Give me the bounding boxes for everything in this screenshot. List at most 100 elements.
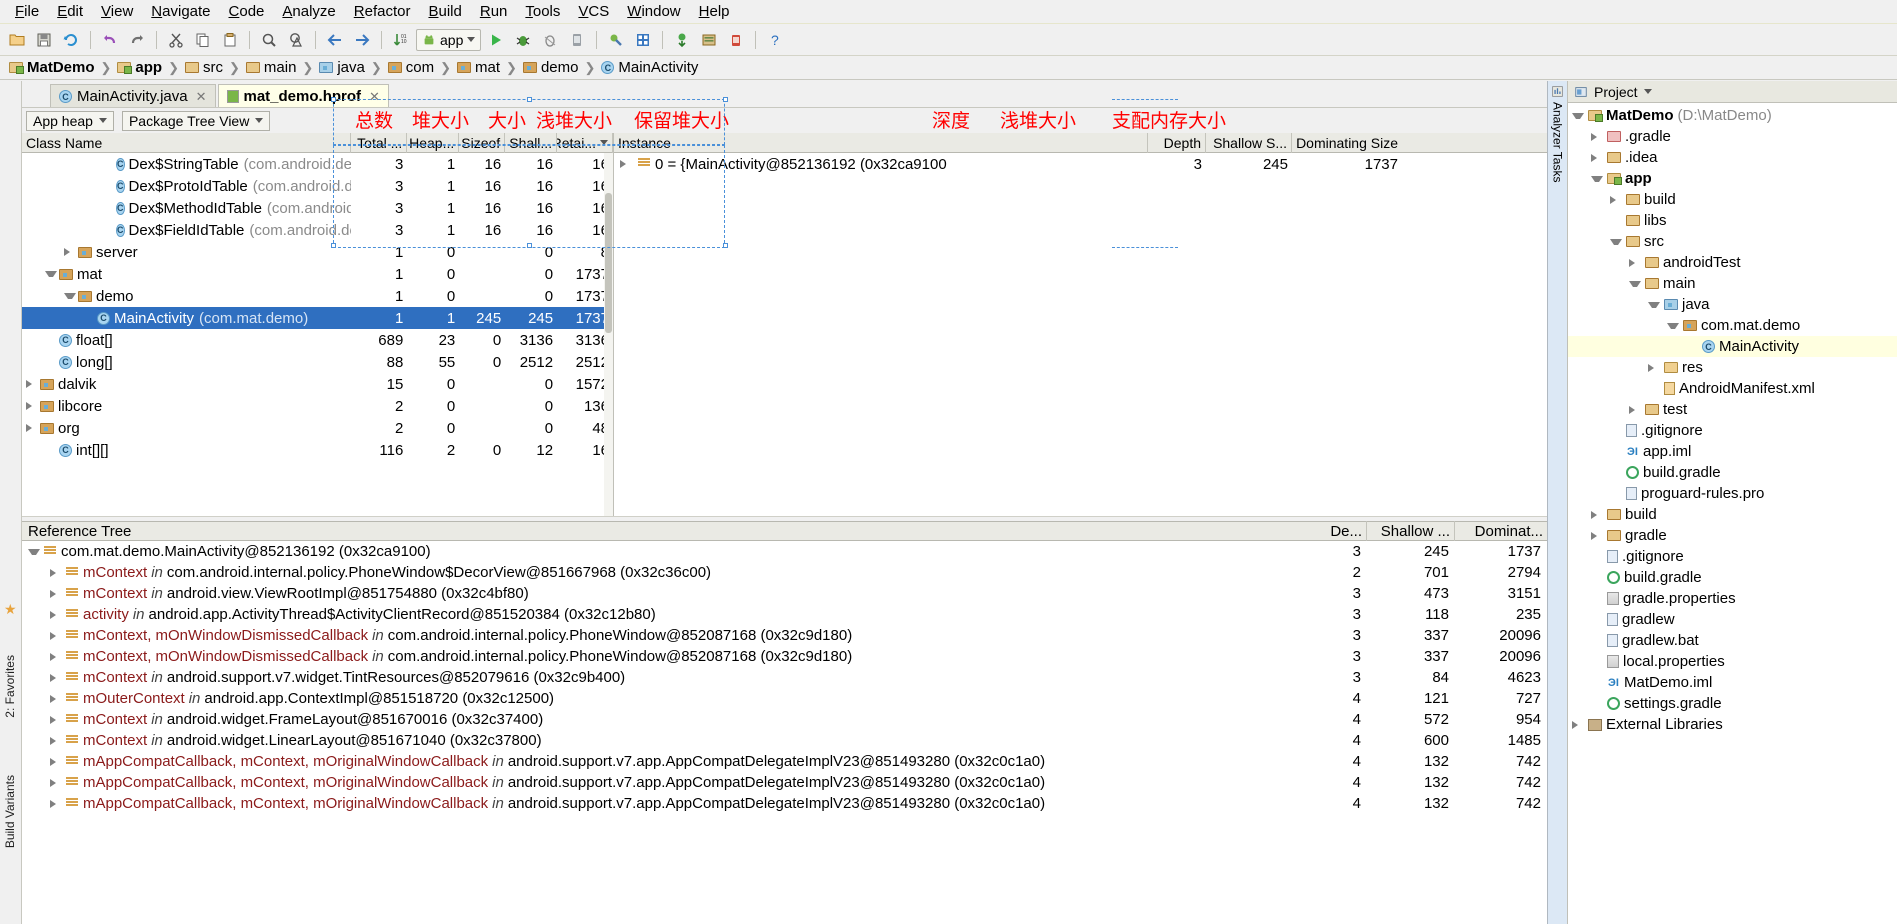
project-tree-node-build[interactable]: build	[1568, 504, 1897, 525]
reference-tree-row[interactable]: mContext, mOnWindowDismissedCallback in co…	[22, 625, 1547, 646]
chevron-right-icon[interactable]	[64, 248, 76, 256]
chevron-right-icon[interactable]	[50, 799, 62, 808]
copy-icon[interactable]	[191, 28, 215, 52]
chevron-down-icon[interactable]	[1629, 280, 1641, 287]
menu-item-help[interactable]: Help	[690, 1, 739, 22]
table-row[interactable]: mat 1 0 0 1737	[22, 263, 613, 285]
chevron-down-icon[interactable]	[1610, 238, 1622, 245]
chevron-down-icon[interactable]	[255, 118, 264, 123]
chevron-down-icon[interactable]	[1648, 301, 1660, 308]
menu-item-build[interactable]: Build	[419, 1, 470, 22]
project-tree-node-mainactivity[interactable]: C MainActivity	[1568, 336, 1897, 357]
ref-col-dominating[interactable]: Dominat...	[1455, 521, 1547, 541]
table-row-partial[interactable]	[22, 461, 613, 471]
breadcrumb-item-mainactivity[interactable]: C MainActivity	[598, 59, 701, 76]
sort-icon[interactable]: 01 10	[389, 28, 413, 52]
chevron-down-icon[interactable]	[45, 271, 57, 277]
help-icon[interactable]: ?	[763, 28, 787, 52]
reference-tree-row[interactable]: mAppCompatCallback, mContext, mOriginalW…	[22, 772, 1547, 793]
project-tree-node-gradlew-bat[interactable]: gradlew.bat	[1568, 630, 1897, 651]
project-tree-node--idea[interactable]: .idea	[1568, 147, 1897, 168]
sync-icon[interactable]	[59, 28, 83, 52]
project-tree-node--gitignore[interactable]: .gitignore	[1568, 420, 1897, 441]
table-row[interactable]: Clong[] 88 55 0 2512 2512	[22, 351, 613, 373]
resize-handle[interactable]	[723, 243, 728, 248]
project-tree-node-app[interactable]: app	[1568, 168, 1897, 189]
project-tree-node-src[interactable]: src	[1568, 231, 1897, 252]
project-tree-node-local-properties[interactable]: local.properties	[1568, 651, 1897, 672]
menu-item-navigate[interactable]: Navigate	[142, 1, 219, 22]
project-tree-node-com-mat-demo[interactable]: com.mat.demo	[1568, 315, 1897, 336]
menu-item-window[interactable]: Window	[618, 1, 689, 22]
table-row[interactable]: server1008	[22, 241, 613, 263]
table-row[interactable]: demo 1 0 0 1737	[22, 285, 613, 307]
chevron-right-icon[interactable]	[50, 589, 62, 598]
undo-icon[interactable]	[98, 28, 122, 52]
project-tree-node-gradle-properties[interactable]: gradle.properties	[1568, 588, 1897, 609]
project-tree-node-res[interactable]: res	[1568, 357, 1897, 378]
chevron-right-icon[interactable]	[50, 568, 62, 577]
device-icon[interactable]	[565, 28, 589, 52]
menu-item-analyze[interactable]: Analyze	[273, 1, 344, 22]
chevron-down-icon[interactable]	[28, 548, 40, 555]
class-col-header-4[interactable]: Shall...	[505, 132, 558, 153]
replace-icon[interactable]	[284, 28, 308, 52]
reference-tree-row[interactable]: mContext in android.view.ViewRootImpl@8517…	[22, 583, 1547, 604]
project-tree-node-build[interactable]: build	[1568, 189, 1897, 210]
project-tree-node--gradle[interactable]: .gradle	[1568, 126, 1897, 147]
resize-handle[interactable]	[723, 97, 728, 102]
resize-handle[interactable]	[527, 97, 532, 102]
reference-tree-row[interactable]: mContext in android.widget.FrameLayout@851…	[22, 709, 1547, 730]
run-icon[interactable]	[484, 28, 508, 52]
menu-item-code[interactable]: Code	[220, 1, 274, 22]
chevron-right-icon[interactable]	[50, 673, 62, 682]
chevron-down-icon[interactable]	[1591, 175, 1603, 182]
breadcrumb-item-src[interactable]: src	[182, 59, 226, 76]
reference-tree-row[interactable]: com.mat.demo.MainActivity@852136192 (0x3…	[22, 541, 1547, 562]
resize-handle[interactable]	[331, 243, 336, 248]
table-row[interactable]: CDex$MethodIdTable(com.android.(31161616	[22, 197, 613, 219]
project-tree-node-gradle[interactable]: gradle	[1568, 525, 1897, 546]
chevron-right-icon[interactable]	[50, 715, 62, 724]
project-tree-node-build-gradle[interactable]: build.gradle	[1568, 462, 1897, 483]
breadcrumb-item-matdemo[interactable]: MatDemo	[6, 59, 98, 76]
chevron-down-icon[interactable]	[1643, 89, 1652, 94]
breadcrumb-item-app[interactable]: app	[114, 59, 165, 76]
find-icon[interactable]	[257, 28, 281, 52]
chevron-right-icon[interactable]	[1610, 195, 1622, 204]
table-row[interactable]: org 2 0 0 48	[22, 417, 613, 439]
table-row[interactable]: C MainActivity (com.mat.demo) 1 1 245 245 1737	[22, 307, 613, 329]
chevron-right-icon[interactable]	[26, 424, 38, 432]
table-row[interactable]: CDex$FieldIdTable(com.android.dex) 3 1 16 16…	[22, 219, 613, 241]
chevron-right-icon[interactable]	[50, 694, 62, 703]
instance-col-header-2[interactable]: Shallow S...	[1206, 132, 1292, 153]
project-structure-icon[interactable]	[697, 28, 721, 52]
debug-icon[interactable]	[511, 28, 535, 52]
reference-tree-row[interactable]: mContext in android.widget.LinearLayout@85…	[22, 730, 1547, 751]
editor-tab-MainActivity-java[interactable]: C MainActivity.java ✕	[50, 84, 216, 108]
reference-tree-row[interactable]: mContext in android.support.v7.widget.Tint…	[22, 667, 1547, 688]
breadcrumb-item-main[interactable]: main	[243, 59, 300, 76]
resize-handle[interactable]	[527, 243, 532, 248]
project-tree-node-java[interactable]: java	[1568, 294, 1897, 315]
menu-item-view[interactable]: View	[92, 1, 142, 22]
chevron-right-icon[interactable]	[1591, 153, 1603, 162]
instance-col-header-1[interactable]: Depth	[1148, 132, 1206, 153]
project-tree-node-androidmanifest-xml[interactable]: AndroidManifest.xml	[1568, 378, 1897, 399]
avd-manager-icon[interactable]	[631, 28, 655, 52]
sidebar-item-build-variants[interactable]: Build Variants	[0, 771, 21, 852]
breadcrumb-item-mat[interactable]: mat	[454, 59, 503, 76]
class-table-scrollbar[interactable]	[604, 153, 613, 516]
menu-item-edit[interactable]: Edit	[48, 1, 92, 22]
cut-icon[interactable]	[164, 28, 188, 52]
chevron-down-icon[interactable]	[467, 37, 476, 42]
class-col-header-3[interactable]: Sizeof	[459, 132, 506, 153]
debug-attach-icon[interactable]	[538, 28, 562, 52]
analyzer-tasks-tab[interactable]: Analyzer Tasks	[1547, 81, 1567, 924]
chevron-down-icon[interactable]	[64, 293, 76, 299]
table-row[interactable]: CDex$StringTable(com.android.dex)3116161…	[22, 153, 613, 175]
menu-item-tools[interactable]: Tools	[516, 1, 569, 22]
paste-icon[interactable]	[218, 28, 242, 52]
reference-tree-row[interactable]: mContext, mOnWindowDismissedCallback in co…	[22, 646, 1547, 667]
run-configuration-selector[interactable]: app	[416, 28, 482, 51]
